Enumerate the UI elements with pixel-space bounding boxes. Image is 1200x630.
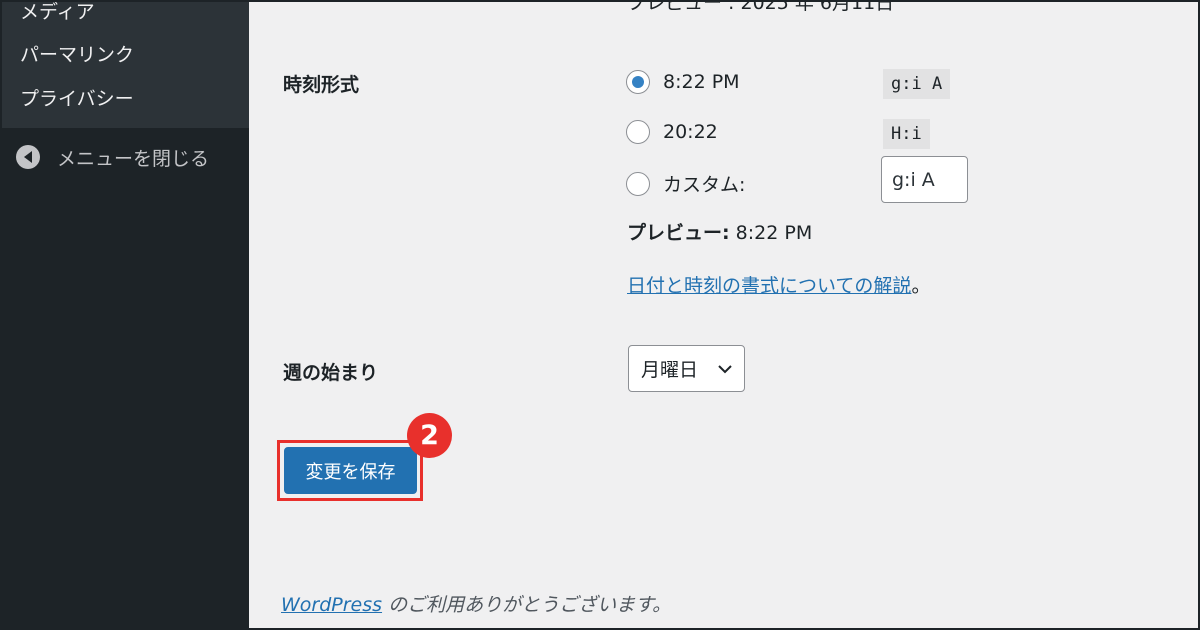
week-start-selected: 月曜日 [641, 359, 699, 381]
option-label: 20:22 [663, 121, 718, 143]
collapse-arrow-icon [16, 145, 40, 169]
option-label: カスタム: [663, 174, 746, 196]
week-start-label: 週の始まり [283, 362, 379, 384]
radio-unchecked[interactable] [626, 120, 650, 144]
admin-sidebar: メディア パーマリンク プライバシー メニューを閉じる [0, 0, 249, 630]
format-doc-link-row: 日付と時刻の書式についての解説。 [627, 271, 930, 298]
option-label: 8:22 PM [663, 71, 740, 93]
collapse-menu-label: メニューを閉じる [57, 147, 210, 170]
doc-link-suffix: 。 [911, 275, 931, 297]
format-doc-link[interactable]: 日付と時刻の書式についての解説 [627, 275, 911, 297]
time-format-label: 時刻形式 [283, 74, 360, 96]
preview-value: 8:22 PM [735, 222, 813, 244]
time-format-option-24h[interactable]: 20:22 [626, 120, 718, 144]
submenu-item-media[interactable]: メディア [20, 0, 95, 24]
admin-footer: WordPress のご利用ありがとうございます。 [281, 590, 671, 617]
radio-checked[interactable] [626, 70, 650, 94]
date-preview-cut: プレビュー : 2025 年 6月11日 [627, 0, 895, 14]
custom-time-format-input[interactable]: g:i A [881, 156, 968, 203]
chevron-down-icon [718, 365, 732, 374]
week-start-select[interactable]: 月曜日 [628, 345, 745, 392]
wordpress-link[interactable]: WordPress [281, 594, 382, 616]
format-code-24h: H:i [883, 119, 930, 149]
preview-label: プレビュー: [627, 222, 730, 244]
settings-submenu: メディア パーマリンク プライバシー [0, 0, 249, 128]
time-preview: プレビュー: 8:22 PM [627, 218, 812, 245]
radio-unchecked[interactable] [626, 171, 650, 196]
step-number-badge: 2 [407, 413, 452, 458]
time-format-option-custom[interactable]: カスタム: [626, 170, 745, 197]
format-code-12h: g:i A [883, 69, 951, 99]
submenu-item-permalink[interactable]: パーマリンク [20, 40, 134, 67]
save-changes-button[interactable]: 変更を保存 [284, 447, 417, 494]
footer-thanks: のご利用ありがとうございます。 [382, 594, 672, 616]
time-format-option-12h[interactable]: 8:22 PM [626, 70, 740, 94]
collapse-menu-button[interactable]: メニューを閉じる [16, 143, 209, 171]
submenu-item-privacy[interactable]: プライバシー [20, 84, 134, 111]
